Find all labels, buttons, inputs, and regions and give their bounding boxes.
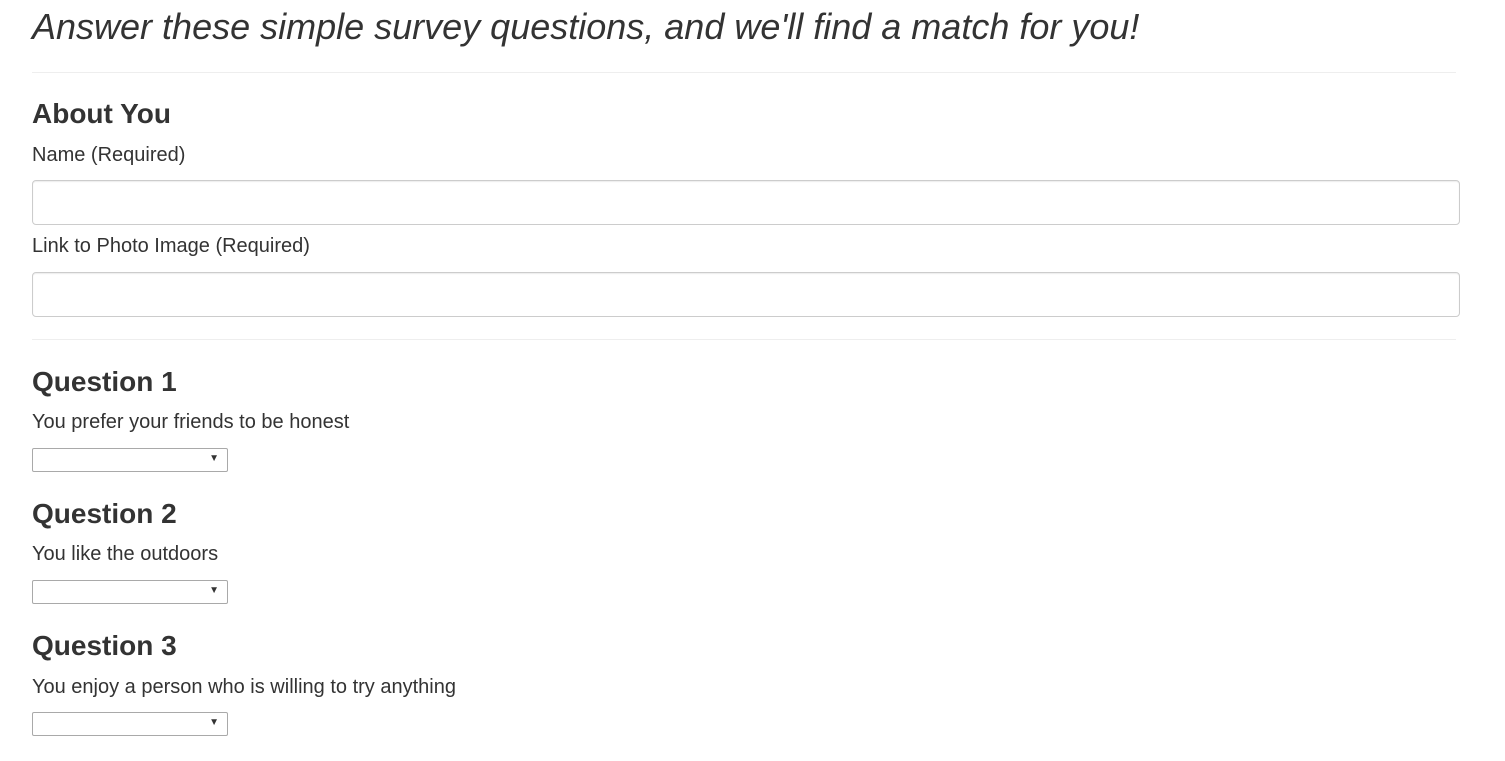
- photo-label: Link to Photo Image (Required): [32, 235, 310, 257]
- question-1-select[interactable]: ▼: [32, 448, 228, 472]
- caret-down-icon: ▼: [209, 585, 219, 596]
- question-1-text: You prefer your friends to be honest: [32, 411, 350, 433]
- name-input[interactable]: [32, 180, 1460, 225]
- question-3-select[interactable]: ▼: [32, 712, 228, 736]
- question-2-text: You like the outdoors: [32, 543, 219, 565]
- question-3-text: You enjoy a person who is willing to try…: [32, 676, 456, 698]
- question-1-heading: Question 1: [32, 366, 177, 397]
- divider: [32, 339, 1456, 340]
- question-2-heading: Question 2: [32, 498, 177, 529]
- question-2-select[interactable]: ▼: [32, 580, 228, 604]
- question-3-heading: Question 3: [32, 630, 177, 661]
- caret-down-icon: ▼: [209, 453, 219, 464]
- page-lead: Answer these simple survey questions, an…: [32, 6, 1140, 47]
- caret-down-icon: ▼: [209, 717, 219, 728]
- divider: [32, 72, 1456, 73]
- about-heading: About You: [32, 98, 171, 129]
- photo-link-input[interactable]: [32, 272, 1460, 317]
- name-label: Name (Required): [32, 144, 186, 166]
